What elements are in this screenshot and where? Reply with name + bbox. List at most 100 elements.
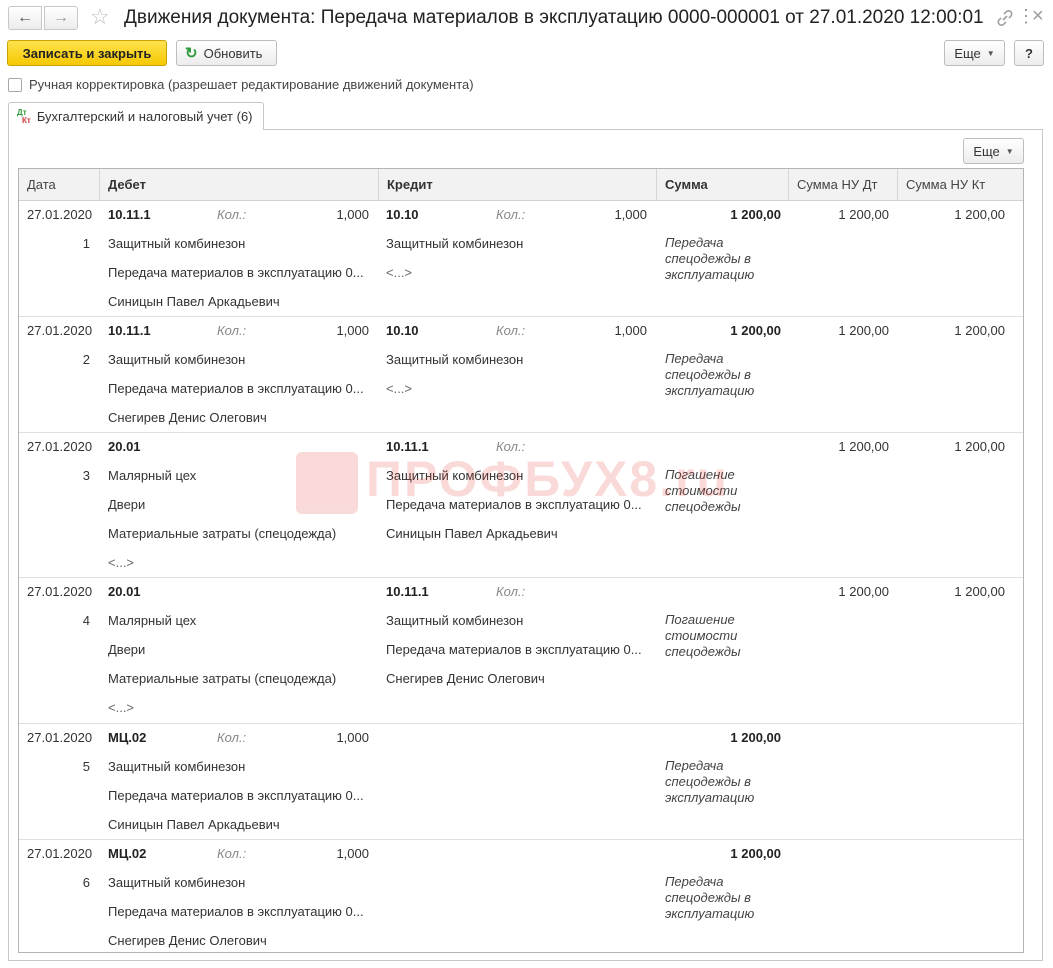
- credit-qty: 1,000: [614, 323, 647, 338]
- debit-subconto: Малярный цех: [108, 468, 197, 483]
- tab-accounting[interactable]: Дт Кт Бухгалтерский и налоговый учет (6): [8, 102, 264, 130]
- credit-subconto: Защитный комбинезон: [386, 352, 524, 367]
- debit-qty-label: Кол.:: [217, 730, 247, 745]
- credit-qty-label: Кол.:: [496, 439, 526, 454]
- debit-subconto: Двери: [108, 642, 146, 657]
- debit-qty: 1,000: [336, 846, 369, 861]
- table-row[interactable]: 27.01.2020 5 МЦ.02 Кол.: 1,000 Защитный комби…: [19, 723, 1023, 840]
- chevron-down-icon: ▼: [1005, 146, 1014, 156]
- row-sum-nu-kt: 1 200,00: [954, 323, 1005, 338]
- row-date: 27.01.2020: [27, 846, 93, 861]
- table-row[interactable]: 27.01.2020 2 10.11.1 Кол.: 1,000 Защитный ком…: [19, 316, 1023, 433]
- credit-account: 10.11.1: [386, 439, 429, 454]
- debit-account: 10.11.1: [108, 207, 151, 222]
- row-content: Погашение стоимости спецодежды: [665, 612, 741, 659]
- credit-account: 10.11.1: [386, 584, 429, 599]
- credit-qty-label: Кол.:: [496, 323, 526, 338]
- column-header-date[interactable]: Дата: [19, 169, 100, 200]
- row-number: 5: [82, 759, 90, 774]
- table-row[interactable]: 27.01.2020 3 20.01 Малярный цех Двери Материа…: [19, 432, 1023, 578]
- debit-subconto: Снегирев Денис Олегович: [108, 410, 267, 425]
- debit-subconto: Передача материалов в эксплуатацию 0...: [108, 904, 364, 919]
- row-number: 1: [82, 236, 90, 251]
- debit-account: 10.11.1: [108, 323, 151, 338]
- forward-button[interactable]: →: [44, 6, 78, 30]
- table-row[interactable]: 27.01.2020 1 10.11.1 Кол.: 1,000 Защитный ком…: [19, 200, 1023, 317]
- debit-qty-label: Кол.:: [217, 323, 247, 338]
- debit-account: МЦ.02: [108, 730, 147, 745]
- debit-qty-label: Кол.:: [217, 846, 247, 861]
- help-button[interactable]: ?: [1014, 40, 1044, 66]
- column-header-sum[interactable]: Сумма: [657, 169, 789, 200]
- credit-account: 10.10: [386, 323, 419, 338]
- debit-subconto: Материальные затраты (спецодежда): [108, 671, 337, 686]
- refresh-button[interactable]: ↻ Обновить: [176, 40, 277, 66]
- back-button[interactable]: ←: [8, 6, 42, 30]
- debit-qty: 1,000: [336, 323, 369, 338]
- row-date: 27.01.2020: [27, 439, 93, 454]
- row-content: Передача спецодежды в эксплуатацию: [665, 351, 755, 398]
- row-sum-nu-dt: 1 200,00: [838, 439, 889, 454]
- credit-qty-label: Кол.:: [496, 584, 526, 599]
- credit-subconto: Защитный комбинезон: [386, 613, 524, 628]
- link-icon[interactable]: [995, 8, 1015, 28]
- row-sum: 1 200,00: [730, 846, 781, 861]
- credit-subconto: Синицын Павел Аркадьевич: [386, 526, 558, 541]
- credit-subconto: <...>: [386, 265, 413, 280]
- row-sum: 1 200,00: [730, 323, 781, 338]
- debit-subconto: Двери: [108, 497, 146, 512]
- debit-subconto: Снегирев Денис Олегович: [108, 933, 267, 948]
- row-sum-nu-kt: 1 200,00: [954, 439, 1005, 454]
- debit-subconto: Защитный комбинезон: [108, 875, 246, 890]
- title-bar: ← → ☆ Движения документа: Передача матер…: [0, 0, 1053, 36]
- credit-subconto: Защитный комбинезон: [386, 236, 524, 251]
- manual-adjustment-row[interactable]: Ручная корректировка (разрешает редактир…: [8, 77, 474, 92]
- credit-subconto: <...>: [386, 381, 413, 396]
- credit-subconto: Снегирев Денис Олегович: [386, 671, 545, 686]
- debit-subconto: Защитный комбинезон: [108, 759, 246, 774]
- debit-subconto: <...>: [108, 700, 135, 715]
- debit-subconto: <...>: [108, 555, 135, 570]
- debit-qty: 1,000: [336, 730, 369, 745]
- column-header-sum-nu-dt[interactable]: Сумма НУ Дт: [789, 169, 898, 200]
- table-more-menu-button[interactable]: Еще ▼: [963, 138, 1024, 164]
- column-header-credit[interactable]: Кредит: [379, 169, 657, 200]
- credit-subconto: Передача материалов в эксплуатацию 0...: [386, 642, 642, 657]
- credit-account: 10.10: [386, 207, 419, 222]
- column-header-debit[interactable]: Дебет: [100, 169, 379, 200]
- entries-table[interactable]: Дата Дебет Кредит Сумма Сумма НУ Дт Сумм…: [18, 168, 1024, 953]
- debit-account: МЦ.02: [108, 846, 147, 861]
- manual-adjustment-label: Ручная корректировка (разрешает редактир…: [29, 77, 474, 92]
- debit-subconto: Защитный комбинезон: [108, 236, 246, 251]
- arrow-right-icon: →: [53, 9, 69, 26]
- debit-subconto: Синицын Павел Аркадьевич: [108, 294, 280, 309]
- refresh-icon: ↻: [185, 45, 198, 62]
- refresh-label: Обновить: [203, 45, 263, 61]
- manual-adjustment-checkbox[interactable]: [8, 77, 22, 92]
- column-header-sum-nu-kt[interactable]: Сумма НУ Кт: [898, 169, 1023, 200]
- debit-qty: 1,000: [336, 207, 369, 222]
- save-and-close-button[interactable]: Записать и закрыть: [7, 40, 167, 66]
- debit-subconto: Передача материалов в эксплуатацию 0...: [108, 381, 364, 396]
- table-row[interactable]: 27.01.2020 6 МЦ.02 Кол.: 1,000 Защитный комби…: [19, 839, 1023, 952]
- row-content: Передача спецодежды в эксплуатацию: [665, 235, 755, 282]
- star-icon[interactable]: ☆: [90, 5, 110, 29]
- row-sum: 1 200,00: [730, 730, 781, 745]
- more-menu-button[interactable]: Еще ▼: [944, 40, 1005, 66]
- row-date: 27.01.2020: [27, 584, 93, 599]
- tab-label: Бухгалтерский и налоговый учет (6): [36, 109, 253, 124]
- more-label: Еще: [954, 45, 981, 61]
- row-content: Погашение стоимости спецодежды: [665, 467, 741, 514]
- credit-qty: 1,000: [614, 207, 647, 222]
- row-sum-nu-dt: 1 200,00: [838, 584, 889, 599]
- row-date: 27.01.2020: [27, 207, 93, 222]
- debit-subconto: Защитный комбинезон: [108, 352, 246, 367]
- row-number: 3: [82, 468, 90, 483]
- dt-kt-icon: Дт Кт: [17, 107, 31, 125]
- more-label: Еще: [973, 143, 1000, 159]
- close-icon[interactable]: ×: [1032, 4, 1044, 28]
- row-number: 2: [82, 352, 90, 367]
- row-sum-nu-dt: 1 200,00: [838, 207, 889, 222]
- debit-subconto: Передача материалов в эксплуатацию 0...: [108, 265, 364, 280]
- table-row[interactable]: 27.01.2020 4 20.01 Малярный цех Двери Материа…: [19, 577, 1023, 724]
